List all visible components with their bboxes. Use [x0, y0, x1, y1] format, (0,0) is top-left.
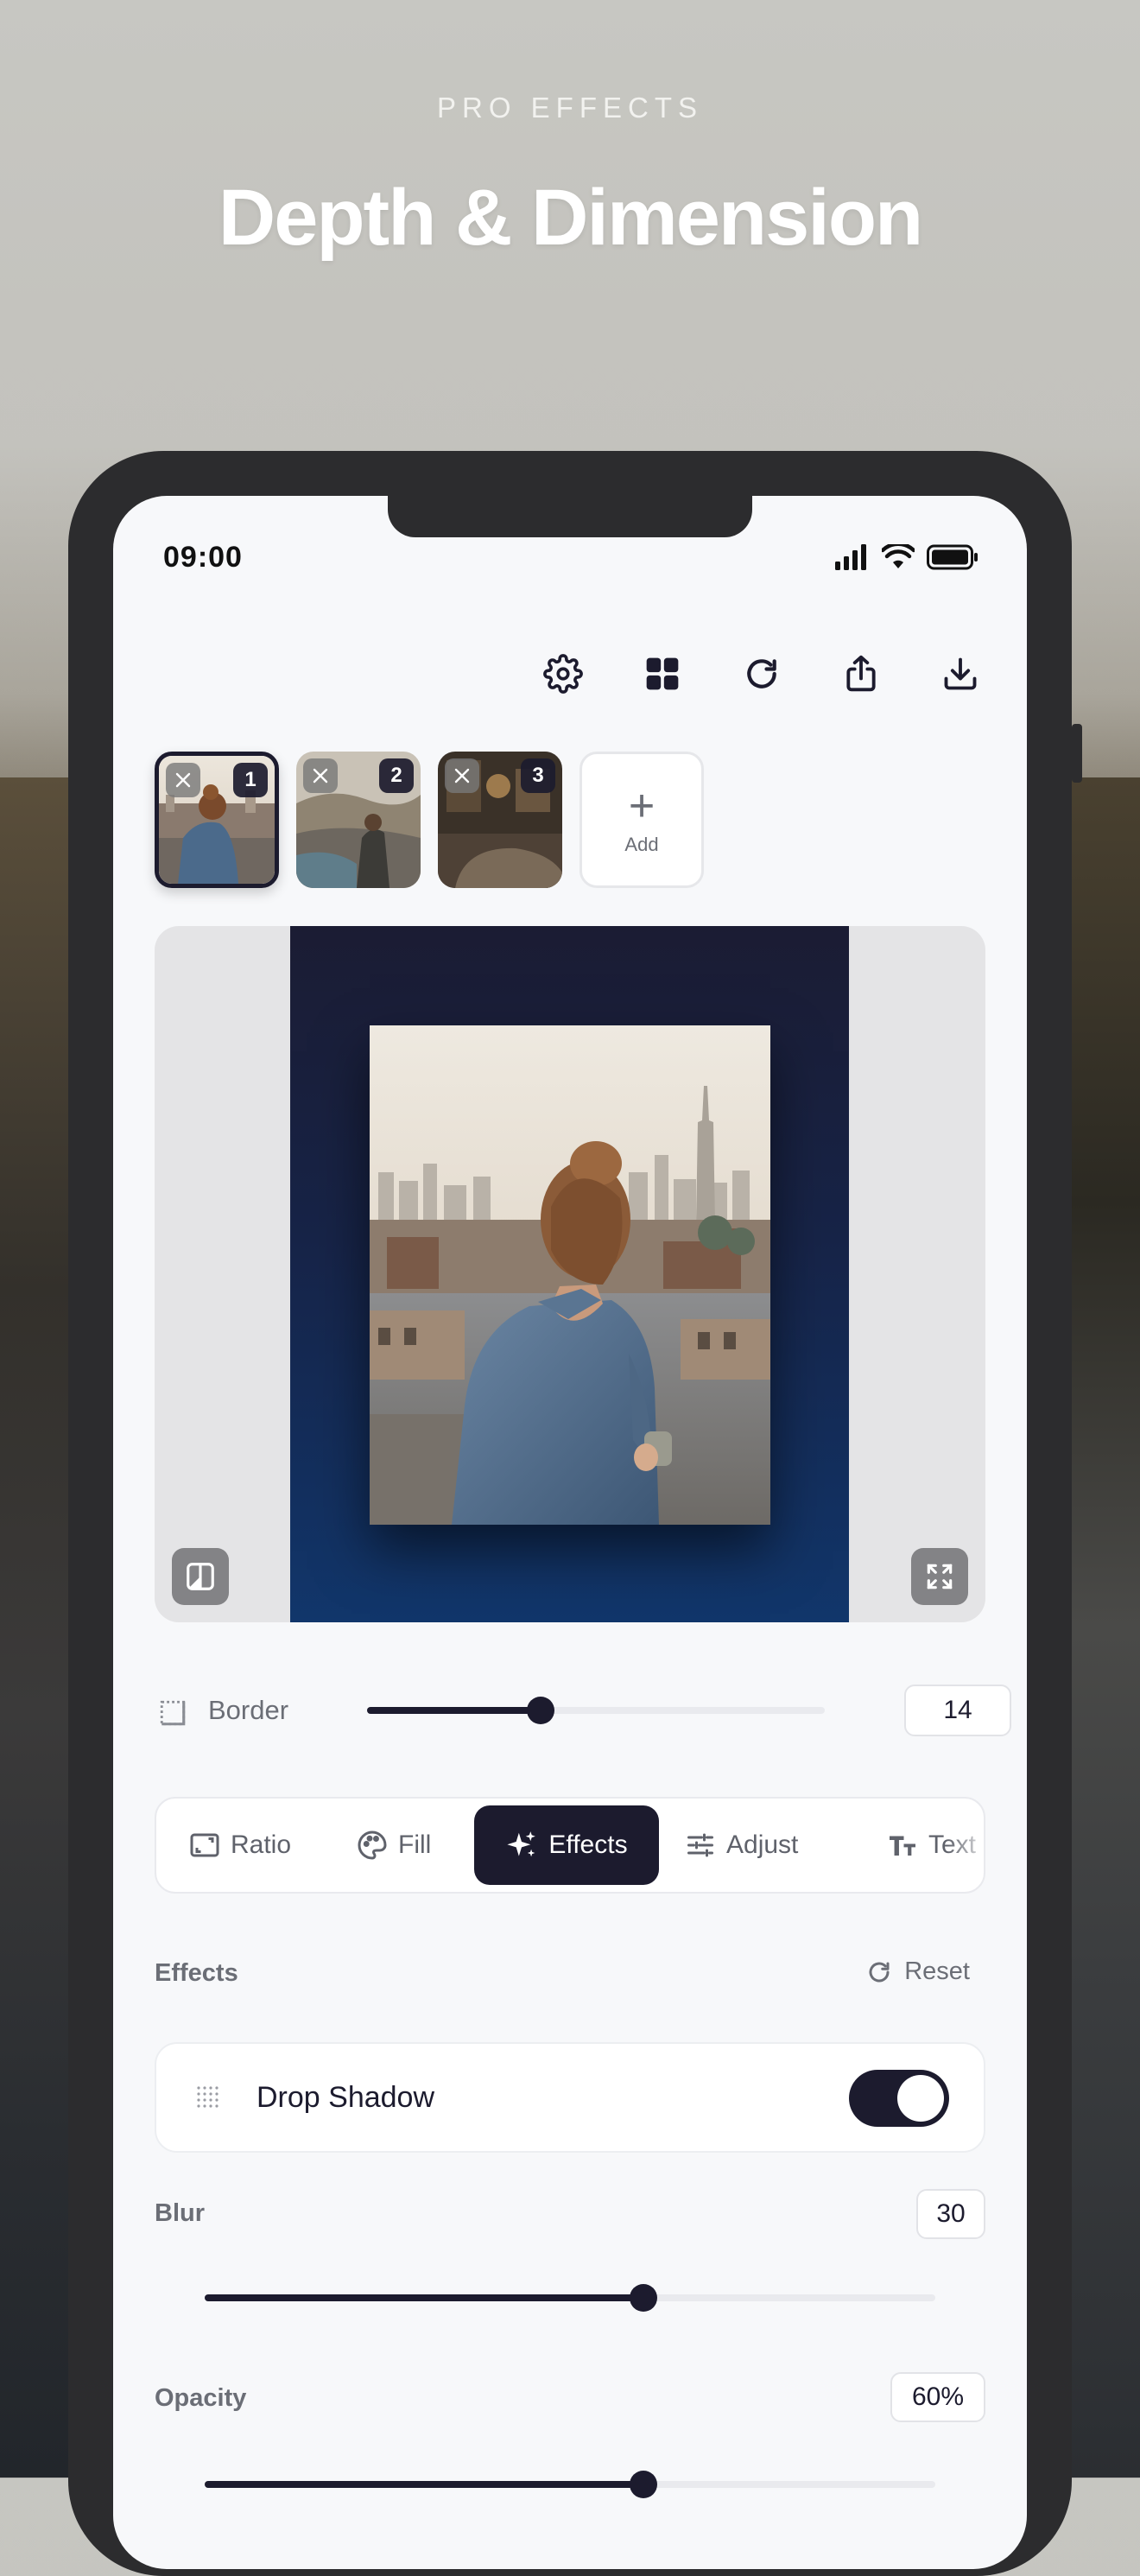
border-slider[interactable] — [367, 1697, 825, 1724]
thumbnail-strip: 1 2 3 + Add — [155, 752, 704, 888]
tab-fill[interactable]: Fill — [357, 1805, 469, 1885]
remove-thumbnail-button[interactable] — [303, 758, 338, 793]
effects-section-header: Effects Reset — [155, 1952, 985, 1995]
compare-button[interactable] — [172, 1548, 229, 1605]
opacity-value-field[interactable]: 60% — [890, 2372, 985, 2422]
grid-icon — [643, 655, 681, 697]
expand-icon — [927, 1564, 953, 1589]
thumbnail-number: 2 — [379, 758, 414, 793]
border-control: Border 14 — [155, 1683, 1011, 1738]
border-slider-fill — [367, 1707, 542, 1714]
hero-eyebrow: PRO EFFECTS — [436, 92, 704, 124]
add-label: Add — [624, 834, 659, 855]
tab-label: Text — [928, 1830, 977, 1859]
blur-slider[interactable] — [205, 2284, 935, 2312]
sliders-icon — [687, 1833, 713, 1857]
phone-side-button — [1072, 724, 1082, 783]
phone-frame: 09:00 1 2 3 + Add Border 14 Ratio Fill E… — [68, 451, 1072, 2576]
remove-thumbnail-button[interactable] — [445, 758, 479, 793]
settings-button[interactable] — [513, 648, 612, 703]
reset-label: Reset — [904, 1957, 970, 1985]
photo-image — [370, 1025, 770, 1525]
opacity-label: Opacity — [155, 2384, 247, 2412]
refresh-icon — [743, 655, 781, 697]
drop-shadow-label: Drop Shadow — [256, 2081, 435, 2114]
border-slider-handle[interactable] — [527, 1697, 555, 1724]
close-icon — [454, 768, 470, 784]
blur-slider-fill — [205, 2294, 643, 2301]
status-time: 09:00 — [163, 541, 243, 574]
hero-headline: Depth & Dimension — [218, 174, 923, 262]
grid-button[interactable] — [612, 648, 712, 703]
plus-icon: + — [628, 781, 656, 831]
tool-tabs: Ratio Fill Effects Adjust Text — [155, 1797, 985, 1894]
tab-ratio[interactable]: Ratio — [189, 1805, 336, 1885]
tab-label: Ratio — [231, 1830, 292, 1859]
blur-label: Blur — [155, 2199, 205, 2227]
section-title: Effects — [155, 1959, 238, 1987]
add-photo-button[interactable]: + Add — [580, 752, 704, 888]
status-icons — [835, 542, 978, 574]
reset-button[interactable]: Reset — [866, 1957, 970, 1986]
compare-icon — [187, 1563, 214, 1590]
shadow-dots-icon — [194, 2084, 224, 2117]
tab-label: Fill — [398, 1830, 432, 1859]
opacity-slider-handle[interactable] — [629, 2471, 657, 2498]
tab-adjust[interactable]: Adjust — [685, 1805, 858, 1885]
sparkles-icon — [507, 1831, 536, 1857]
thumbnail-2[interactable]: 2 — [296, 752, 421, 888]
ratio-icon — [190, 1833, 219, 1857]
frame-background — [290, 926, 849, 1622]
border-icon — [158, 1698, 187, 1732]
share-icon — [842, 654, 880, 698]
remove-thumbnail-button[interactable] — [166, 763, 200, 797]
toggle-knob — [897, 2075, 944, 2122]
preview-photo[interactable] — [370, 1025, 770, 1525]
preview-canvas — [155, 926, 985, 1622]
share-button[interactable] — [811, 648, 910, 703]
tab-effects[interactable]: Effects — [474, 1805, 659, 1885]
drop-shadow-toggle[interactable] — [849, 2070, 949, 2127]
phone-notch — [388, 496, 752, 537]
tab-text[interactable]: Text — [887, 1805, 984, 1885]
gear-icon — [542, 653, 583, 698]
thumbnail-number: 1 — [233, 763, 268, 797]
thumbnail-3[interactable]: 3 — [438, 752, 562, 888]
download-icon — [941, 655, 979, 697]
border-value-field[interactable]: 14 — [904, 1685, 1011, 1736]
reset-icon — [869, 1962, 890, 1982]
thumbnail-number: 3 — [521, 758, 555, 793]
opacity-slider[interactable] — [205, 2471, 935, 2498]
download-button[interactable] — [910, 648, 1010, 703]
opacity-slider-fill — [205, 2481, 643, 2488]
close-icon — [313, 768, 328, 784]
refresh-button[interactable] — [712, 648, 811, 703]
close-icon — [175, 772, 191, 788]
border-label: Border — [208, 1695, 289, 1725]
phone-screen: 09:00 1 2 3 + Add Border 14 Ratio Fill E… — [113, 496, 1027, 2569]
battery-icon — [927, 544, 978, 574]
signal-icon — [835, 544, 870, 574]
drop-shadow-card: Drop Shadow — [155, 2042, 985, 2153]
blur-slider-handle[interactable] — [629, 2284, 657, 2312]
fullscreen-button[interactable] — [911, 1548, 968, 1605]
blur-value-field[interactable]: 30 — [916, 2189, 985, 2239]
tab-label: Adjust — [726, 1830, 799, 1859]
text-icon — [890, 1836, 915, 1856]
palette-icon — [358, 1830, 387, 1860]
thumbnail-1[interactable]: 1 — [155, 752, 279, 888]
wifi-icon — [880, 542, 916, 574]
tab-label: Effects — [548, 1830, 628, 1859]
toolbar — [513, 648, 1010, 703]
